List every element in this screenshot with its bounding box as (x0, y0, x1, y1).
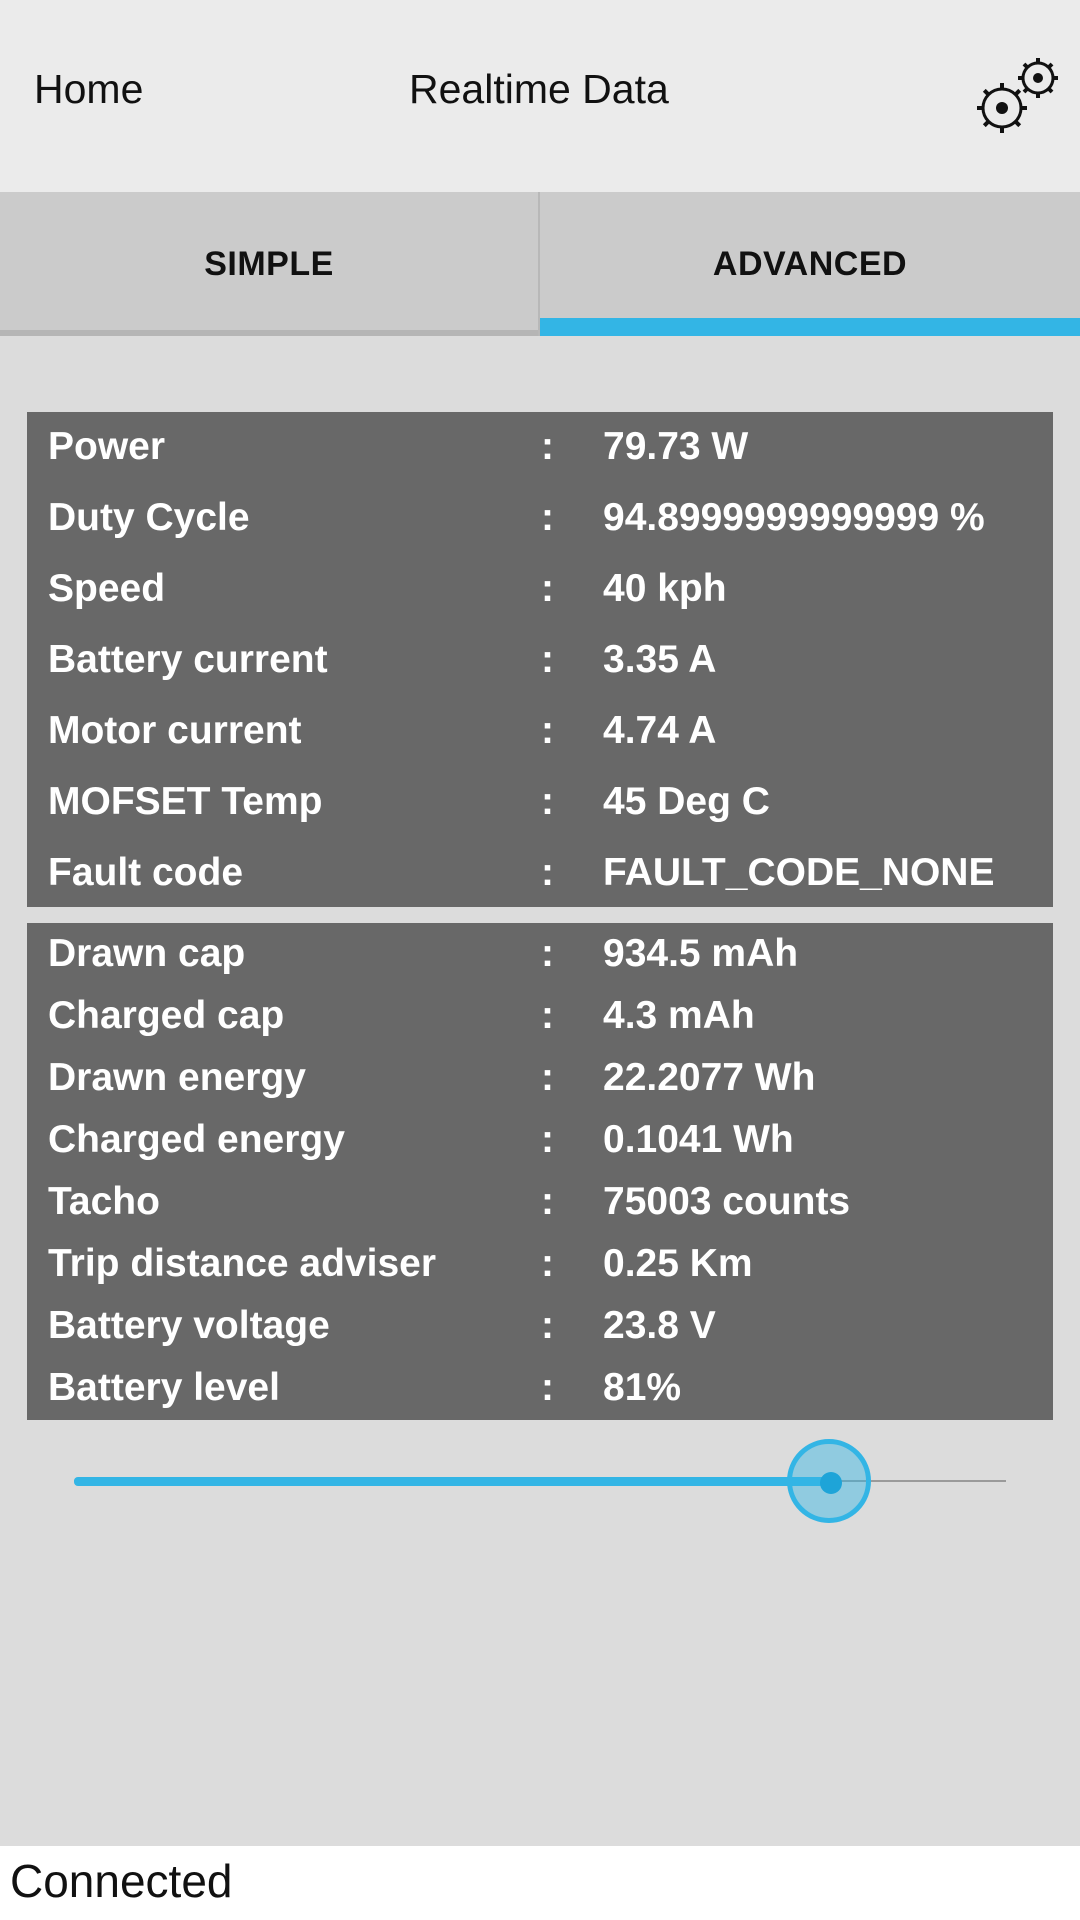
row-value: 934.5 mAh (603, 932, 799, 975)
row-value: 22.2077 Wh (603, 1056, 816, 1099)
row-separator: : (541, 1304, 554, 1347)
energy-stats-panel: Drawn cap : 934.5 mAh Charged cap : 4.3 … (27, 923, 1053, 1420)
slider-thumb-center (820, 1472, 842, 1494)
row-separator: : (541, 1056, 554, 1099)
row-value: 0.1041 Wh (603, 1118, 794, 1161)
row-value: 75003 counts (603, 1180, 851, 1223)
row-separator: : (541, 1366, 554, 1409)
row-value: 79.73 W (603, 425, 749, 468)
row-value: 81% (603, 1366, 682, 1409)
row-separator: : (541, 932, 554, 975)
row-label: MOFSET Temp (48, 780, 323, 823)
row-label: Duty Cycle (48, 496, 250, 539)
row-value: 40 kph (603, 567, 727, 610)
row-value: 4.74 A (603, 709, 717, 752)
row-label: Power (48, 425, 166, 468)
connection-status-bar: Connected (0, 1846, 1080, 1920)
row-label: Speed (48, 567, 166, 610)
row-value: 45 Deg C (603, 780, 770, 823)
row-separator: : (541, 1242, 554, 1285)
tab-indicator-active (540, 318, 1080, 336)
row-separator: : (541, 994, 554, 1037)
row-separator: : (541, 638, 554, 681)
slider-thumb[interactable] (787, 1439, 871, 1523)
tab-simple[interactable]: SIMPLE (0, 192, 538, 336)
battery-level-slider[interactable] (74, 1432, 1006, 1532)
page-title: Realtime Data (409, 66, 669, 112)
row-label: Battery level (48, 1366, 280, 1409)
row-value: 23.8 V (603, 1304, 716, 1347)
app-screen: Home Realtime Data SIMPLE ADVANCED Power… (0, 0, 1080, 1920)
realtime-values-panel: Power : 79.73 W Duty Cycle : 94.89999999… (27, 412, 1053, 907)
row-separator: : (541, 1118, 554, 1161)
row-value: 0.25 Km (603, 1242, 753, 1285)
row-label: Trip distance adviser (48, 1242, 437, 1285)
row-separator: : (541, 567, 554, 610)
tab-indicator-inactive (0, 330, 538, 336)
row-label: Tacho (48, 1180, 160, 1223)
home-button[interactable]: Home (34, 66, 143, 113)
row-label: Charged cap (48, 994, 285, 1037)
gears-icon (977, 58, 1058, 133)
row-separator: : (541, 780, 554, 823)
tab-bar: SIMPLE ADVANCED (0, 192, 1080, 336)
action-bar: Home Realtime Data (0, 0, 1080, 192)
row-separator: : (541, 496, 554, 539)
row-value: 94.8999999999999 % (603, 496, 985, 539)
row-value: 4.3 mAh (603, 994, 755, 1037)
row-label: Drawn energy (48, 1056, 306, 1099)
row-value: 3.35 A (603, 638, 717, 681)
row-separator: : (541, 1180, 554, 1223)
row-label: Motor current (48, 709, 302, 752)
row-separator: : (541, 425, 554, 468)
row-label: Charged energy (48, 1118, 345, 1161)
connection-status: Connected (10, 1855, 233, 1907)
row-label: Drawn cap (48, 932, 246, 975)
tab-advanced[interactable]: ADVANCED (540, 192, 1080, 336)
row-label: Battery current (48, 638, 328, 681)
slider-fill (74, 1477, 829, 1486)
row-label: Fault code (48, 851, 244, 894)
row-separator: : (541, 709, 554, 752)
row-separator: : (541, 851, 554, 894)
row-value: FAULT_CODE_NONE (603, 851, 995, 894)
row-label: Battery voltage (48, 1304, 330, 1347)
settings-button[interactable] (970, 50, 1066, 142)
